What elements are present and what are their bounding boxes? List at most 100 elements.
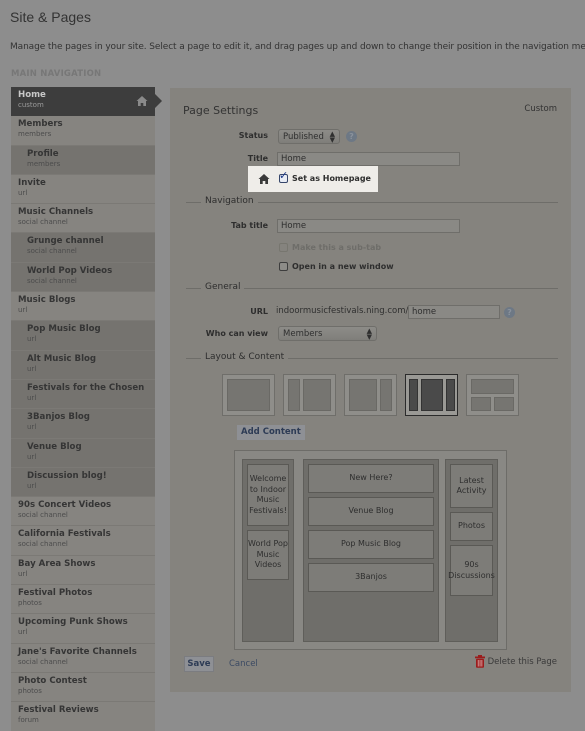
sidebar-item-type: social channel — [18, 657, 68, 666]
sidebar-item[interactable]: 3Banjos Blog url — [11, 409, 155, 439]
sidebar-item-type: members — [18, 130, 52, 139]
delete-page-button[interactable]: Delete this Page — [474, 655, 557, 668]
sidebar-item[interactable]: California Festivals social channel — [11, 526, 155, 556]
sidebar-item[interactable]: Festival Reviews forum — [11, 702, 155, 731]
sidebar-item[interactable]: Music Blogs url — [11, 292, 155, 322]
sub-tab-label: Make this a sub-tab — [292, 243, 382, 252]
sidebar-item-type: custom — [18, 101, 44, 109]
sidebar-item-type: url — [27, 393, 37, 402]
navigation-legend: Navigation — [186, 196, 558, 206]
who-can-view-select[interactable]: Members ▲ ▼ — [278, 326, 377, 341]
sidebar-item[interactable]: Jane's Favorite Channels social channel — [11, 643, 155, 673]
new-window-checkbox[interactable] — [279, 262, 288, 271]
sidebar-item-title: Upcoming Punk Shows — [18, 617, 128, 628]
content-module[interactable]: 3Banjos — [308, 563, 434, 592]
sidebar-item-type: social channel — [27, 276, 77, 285]
layout-cell — [494, 397, 514, 411]
sidebar-item-title: Discussion blog! — [27, 470, 107, 481]
sidebar-item[interactable]: Venue Blog url — [11, 438, 155, 468]
sidebar-item[interactable]: World Pop Videos social channel — [11, 262, 155, 293]
sidebar-item[interactable]: Music Channels social channel — [11, 204, 155, 234]
sidebar-item-title: Home — [18, 90, 46, 100]
sidebar-item-type: social channel — [18, 218, 68, 227]
sidebar-item[interactable]: Invite url — [11, 174, 155, 205]
who-can-view-value: Members — [283, 329, 323, 339]
sidebar-item-title: Grunge channel — [27, 236, 104, 247]
sidebar-item[interactable]: Grunge channel social channel — [11, 233, 155, 263]
content-module[interactable]: Pop Music Blog — [308, 530, 434, 559]
sidebar-item[interactable]: Members members — [11, 116, 155, 146]
sidebar-item[interactable]: Pop Music Blog url — [11, 321, 155, 351]
url-help-icon[interactable]: ? — [504, 307, 515, 318]
title-input[interactable]: Home — [277, 152, 460, 166]
sidebar-item-title: Pop Music Blog — [27, 324, 101, 335]
content-module[interactable]: Photos — [450, 512, 493, 541]
sidebar-item-type: url — [18, 569, 28, 578]
sidebar-item[interactable]: Festival Photos photos — [11, 585, 155, 615]
sidebar-item-type: url — [27, 364, 37, 373]
layout-cell — [288, 379, 300, 411]
sidebar-item[interactable]: Upcoming Punk Shows url — [11, 614, 155, 644]
who-can-view-label: Who can view — [205, 329, 268, 338]
content-module[interactable]: Latest Activity — [450, 464, 493, 508]
general-legend: General — [186, 282, 558, 292]
layout-header-two-column[interactable] — [466, 374, 519, 416]
navigation-legend-text: Navigation — [201, 196, 258, 206]
layout-narrow-left[interactable] — [283, 374, 336, 416]
title-label: Title — [247, 154, 268, 163]
layout-three-column[interactable] — [405, 374, 458, 416]
sidebar-nav: Home custom Members members Profile members In… — [11, 87, 162, 731]
layout-cell — [303, 379, 331, 411]
save-button[interactable]: Save — [184, 656, 214, 672]
sidebar-item[interactable]: Profile members — [11, 145, 155, 175]
sidebar-item[interactable]: 90s Concert Videos social channel — [11, 497, 155, 527]
sidebar-item[interactable]: Bay Area Shows url — [11, 555, 155, 586]
status-value: Published — [283, 132, 324, 142]
layout-cell — [380, 379, 392, 411]
layout-cell — [349, 379, 377, 411]
content-module[interactable]: New Here? — [308, 464, 434, 493]
sidebar-item-type: url — [27, 335, 37, 344]
status-select[interactable]: Published ▲ ▼ — [278, 129, 340, 144]
cancel-button[interactable]: Cancel — [229, 659, 258, 669]
center-column: New Here? Venue Blog Pop Music Blog 3Banjos — [303, 459, 439, 642]
sidebar-item-title: Music Blogs — [18, 295, 76, 306]
general-legend-text: General — [201, 282, 245, 292]
sidebar-item-title: Bay Area Shows — [18, 558, 96, 569]
content-module[interactable]: World Pop Music Videos — [247, 530, 289, 580]
sidebar-item[interactable]: Alt Music Blog url — [11, 350, 155, 380]
panel-title: Page Settings — [183, 104, 259, 117]
content-module[interactable]: 90s Discussions — [448, 545, 495, 596]
sidebar-item-title: Festivals for the Chosen — [27, 382, 145, 393]
url-input[interactable]: home — [408, 305, 500, 319]
sidebar-item[interactable]: Festivals for the Chosen url — [11, 379, 155, 410]
sidebar-item-title: Music Channels — [18, 207, 94, 218]
sub-tab-checkbox[interactable] — [279, 243, 288, 252]
page-intro: Manage the pages in your site. Select a … — [10, 42, 585, 52]
sidebar-item-type: url — [27, 452, 37, 461]
sidebar-item-title: Jane's Favorite Channels — [18, 646, 137, 657]
tab-title-input[interactable]: Home — [277, 219, 460, 233]
new-window-label: Open in a new window — [292, 262, 394, 271]
sidebar-item-type: url — [27, 481, 37, 490]
add-content-button[interactable]: Add Content — [237, 425, 305, 440]
sidebar-item-type: social channel — [27, 247, 77, 256]
layout-one-column[interactable] — [222, 374, 275, 416]
sidebar-item-type: url — [27, 423, 37, 432]
sidebar-item[interactable]: Home custom — [11, 87, 162, 117]
layout-cell — [227, 379, 270, 411]
sidebar-item[interactable]: Photo Contest photos — [11, 672, 155, 703]
sidebar-item[interactable]: Discussion blog! url — [11, 467, 155, 498]
home-icon — [258, 174, 270, 184]
content-module[interactable]: Welcome to Indoor Music Festivals! — [247, 464, 289, 526]
layout-canvas: Welcome to Indoor Music Festivals! World … — [234, 450, 507, 650]
help-icon[interactable]: ? — [346, 131, 357, 142]
right-column: Latest Activity Photos 90s Discussions — [445, 459, 498, 642]
layout-cell — [471, 397, 491, 411]
content-module[interactable]: Venue Blog — [308, 497, 434, 526]
sidebar-item-title: California Festivals — [18, 529, 111, 540]
main-navigation-label: MAIN NAVIGATION — [11, 69, 102, 79]
layout-narrow-right[interactable] — [344, 374, 397, 416]
layout-legend-text: Layout & Content — [201, 352, 289, 362]
sidebar-item-title: Festival Reviews — [18, 705, 99, 716]
